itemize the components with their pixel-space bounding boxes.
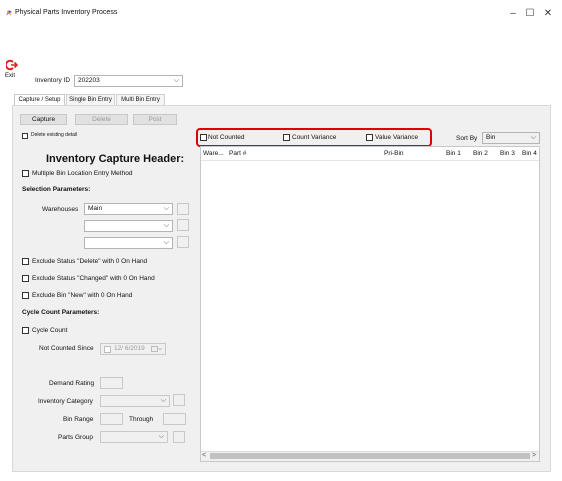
exclude-new-bin-label: Exclude Bin "New" with 0 On Hand: [32, 292, 133, 299]
cycle-count-label: Cycle Count: [32, 327, 68, 334]
parts-group-select[interactable]: ⌵: [100, 431, 168, 443]
tab-label: Multi Bin Entry: [121, 97, 160, 103]
inventory-id-value: 202203: [78, 77, 100, 84]
exclude-delete-label: Exclude Status "Delete" with 0 On Hand: [32, 258, 148, 265]
inventory-category-select[interactable]: ⌵: [100, 395, 170, 407]
header-divider: [201, 160, 539, 161]
parts-grid[interactable]: [200, 146, 540, 462]
column-header-warehouse[interactable]: Ware...: [203, 150, 224, 157]
column-header-bin-1[interactable]: Bin 1: [446, 150, 461, 157]
column-header-part-number[interactable]: Part #: [229, 150, 246, 157]
inventory-category-button[interactable]: [173, 394, 185, 406]
scroll-right-icon[interactable]: >: [532, 452, 536, 459]
exclude-changed-label: Exclude Status "Changed" with 0 On Hand: [32, 275, 155, 282]
maximize-button[interactable]: ☐: [520, 6, 540, 22]
tab-label: Single Bin Entry: [69, 97, 112, 103]
delete-existing-label: Delete existing detail: [31, 132, 78, 138]
sort-by-select[interactable]: Bin ⌵: [482, 132, 540, 144]
exit-label: Exit: [5, 73, 16, 79]
cycle-count-checkbox[interactable]: [22, 327, 29, 334]
bin-range-from-input[interactable]: [100, 413, 123, 425]
post-button[interactable]: Post: [133, 114, 177, 125]
demand-rating-input[interactable]: [100, 377, 123, 389]
warehouse-button-1[interactable]: [177, 203, 189, 215]
not-counted-since-date[interactable]: 12/ 6/2019 ⌵: [100, 343, 166, 355]
bin-range-to-input[interactable]: [163, 413, 186, 425]
exit-icon: [6, 59, 18, 71]
parts-group-label: Parts Group: [58, 434, 94, 441]
warehouse-button-3[interactable]: [177, 236, 189, 248]
chevron-down-icon: ⌵: [158, 346, 162, 352]
multiple-bin-label: Multiple Bin Location Entry Method: [32, 170, 133, 177]
exclude-delete-checkbox[interactable]: [22, 258, 29, 265]
date-value: 12/ 6/2019: [114, 345, 145, 352]
delete-existing-checkbox[interactable]: [22, 133, 28, 139]
chevron-down-icon: ⌵: [530, 134, 536, 141]
inventory-category-label: Inventory Category: [38, 398, 93, 405]
tab-single-bin-entry[interactable]: Single Bin Entry: [66, 94, 115, 105]
tab-multi-bin-entry[interactable]: Multi Bin Entry: [116, 94, 165, 105]
warehouses-label: Warehouses: [42, 206, 79, 213]
chevron-down-icon: ⌵: [173, 77, 179, 84]
cycle-count-parameters-heading: Cycle Count Parameters:: [22, 309, 100, 316]
window-title: Physical Parts Inventory Process: [15, 9, 118, 16]
column-header-bin-2[interactable]: Bin 2: [473, 150, 488, 157]
chevron-down-icon: ⌵: [160, 397, 166, 404]
inventory-capture-header: Inventory Capture Header:: [46, 153, 185, 165]
column-header-pri-bin[interactable]: Pri-Bin: [384, 150, 404, 157]
title-bar: Physical Parts Inventory Process – ☐ ✕: [0, 0, 562, 26]
warehouse-select-2[interactable]: ⌵: [84, 220, 173, 232]
scrollbar-thumb[interactable]: [210, 453, 530, 459]
scroll-left-icon[interactable]: <: [202, 452, 206, 459]
delete-button[interactable]: Delete: [75, 114, 128, 125]
warehouse-select-3[interactable]: ⌵: [84, 237, 173, 249]
chevron-down-icon: ⌵: [163, 239, 169, 246]
sort-by-label: Sort By: [456, 135, 478, 142]
warehouse-select-1[interactable]: Main ⌵: [84, 203, 173, 215]
tab-label: Capture / Setup: [18, 97, 61, 103]
exit-button[interactable]: Exit: [0, 28, 24, 79]
multiple-bin-checkbox[interactable]: [22, 170, 29, 177]
parts-group-button[interactable]: [173, 431, 185, 443]
highlight-annotation: [196, 128, 432, 147]
chevron-down-icon: ⌵: [158, 433, 164, 440]
column-header-bin-4[interactable]: Bin 4: [522, 150, 537, 157]
column-header-bin-3[interactable]: Bin 3: [500, 150, 515, 157]
chevron-down-icon: ⌵: [163, 222, 169, 229]
chevron-down-icon: ⌵: [163, 205, 169, 212]
inventory-id-label: Inventory ID: [35, 77, 71, 84]
demand-rating-label: Demand Rating: [49, 380, 95, 387]
app-icon: [6, 10, 12, 16]
calendar-icon: [151, 346, 158, 352]
bin-range-label: Bin Range: [63, 416, 94, 423]
sort-by-value: Bin: [486, 134, 496, 141]
warehouse-button-2[interactable]: [177, 219, 189, 231]
date-checkbox[interactable]: [104, 346, 111, 353]
exclude-new-bin-checkbox[interactable]: [22, 292, 29, 299]
through-label: Through: [129, 416, 154, 423]
warehouse-value: Main: [88, 205, 103, 212]
inventory-id-select[interactable]: 202203 ⌵: [74, 75, 183, 87]
capture-button[interactable]: Capture: [20, 114, 67, 125]
close-button[interactable]: ✕: [538, 6, 558, 22]
selection-parameters-heading: Selection Parameters:: [22, 186, 91, 193]
tab-capture-setup[interactable]: Capture / Setup: [14, 94, 65, 105]
exclude-changed-checkbox[interactable]: [22, 275, 29, 282]
not-counted-since-label: Not Counted Since: [39, 345, 94, 352]
